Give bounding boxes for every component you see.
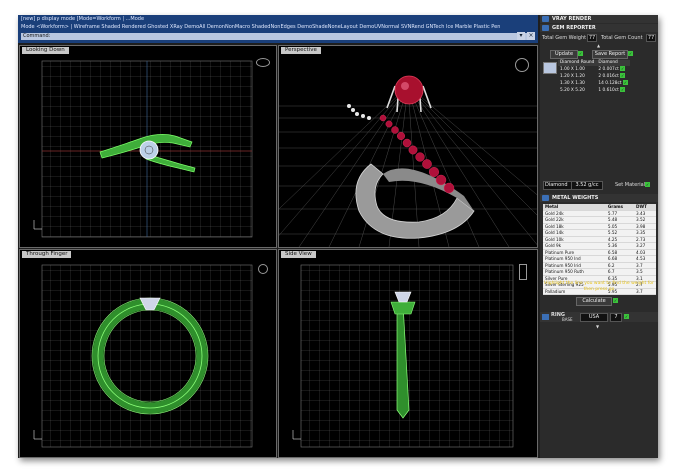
- set-material-check-icon[interactable]: ✓: [645, 182, 650, 188]
- center-gem-ruby: [394, 75, 424, 105]
- gem-type-select[interactable]: Diamond: [543, 181, 572, 190]
- gem-weight: 0.007ct: [602, 67, 619, 72]
- gem-col-header: Diamond Round: [558, 60, 597, 66]
- gem-reporter-header[interactable]: GEM REPORTER: [540, 24, 658, 32]
- view-axis-icon: [33, 220, 42, 230]
- row-check-icon[interactable]: ✓: [622, 80, 628, 85]
- gem-count: 1: [598, 88, 602, 93]
- ring-side-icon[interactable]: [519, 264, 527, 280]
- ortho-grid-front: [33, 264, 253, 448]
- total-weight-value: 77: [587, 34, 597, 42]
- ring-standard-select[interactable]: USA: [580, 313, 608, 322]
- total-count-label: Total Gem Count: [601, 35, 643, 41]
- update-check-icon[interactable]: ✓: [578, 51, 583, 57]
- gem-thumbnail: [543, 62, 557, 74]
- viewport-title[interactable]: Side View: [281, 251, 316, 258]
- gem-icon: [542, 25, 549, 31]
- viewport-title[interactable]: Perspective: [281, 47, 321, 54]
- gem-table: Diamond Round Diamond 1.00 X 1.00 2 0.00…: [558, 60, 630, 94]
- right-panel: VRAY RENDER GEM REPORTER Total Gem Weigh…: [540, 15, 658, 458]
- command-close-icon[interactable]: ×: [527, 32, 535, 40]
- metal-weights-header[interactable]: METAL WEIGHTS: [540, 194, 658, 202]
- gem-density-select[interactable]: 3.52 g/cc: [571, 181, 603, 190]
- viewport-title[interactable]: Through Finger: [22, 251, 72, 258]
- calculate-check-icon[interactable]: ✓: [613, 298, 618, 304]
- hint-text: Highlight the line you want to find the …: [544, 281, 654, 292]
- expand-arrow-icon[interactable]: ▼: [596, 324, 599, 329]
- table-row[interactable]: 5.20 X 5.20 1 0.610ct ✓: [558, 87, 630, 94]
- command-input[interactable]: Command:: [21, 33, 535, 40]
- ring-render: [347, 75, 475, 239]
- viewport-through-finger[interactable]: Through Finger: [19, 249, 277, 458]
- ortho-grid-side: [292, 264, 514, 448]
- ortho-grid-top: [33, 60, 253, 238]
- gem-count: 2: [598, 67, 602, 72]
- row-check-icon[interactable]: ✓: [620, 87, 626, 92]
- ring-perspective-icon[interactable]: [515, 58, 529, 72]
- calculate-button[interactable]: Calculate: [576, 297, 612, 306]
- total-count-value: 77: [646, 34, 656, 42]
- gem-size: 1.30 X 1.30: [560, 80, 585, 86]
- update-button[interactable]: Update: [550, 50, 578, 59]
- gem-weight: 0.016ct: [602, 74, 619, 79]
- metal-icon: [542, 195, 549, 201]
- gem-weight: 0.610ct: [602, 88, 619, 93]
- gem-count: 2: [598, 74, 602, 79]
- viewport-side-view[interactable]: Side View: [278, 249, 538, 458]
- save-report-button[interactable]: Save Report: [592, 50, 628, 59]
- ring-icon: [542, 314, 549, 320]
- vray-render-header[interactable]: VRAY RENDER: [540, 15, 658, 23]
- table-row[interactable]: 1.20 X 1.20 2 0.016ct ✓: [558, 73, 630, 80]
- ring-check-icon[interactable]: ✓: [624, 314, 629, 320]
- table-row[interactable]: 1.00 X 1.00 2 0.007ct ✓: [558, 66, 630, 73]
- row-check-icon[interactable]: ✓: [620, 73, 626, 78]
- app-window: [new] p display mode [Mode=Workform | ..…: [18, 15, 658, 458]
- gem-count: 14: [598, 81, 604, 86]
- row-check-icon[interactable]: ✓: [620, 66, 626, 71]
- ring-base-bar: RING BASE USA 7 ✓: [540, 312, 658, 322]
- command-options-line[interactable]: Mode <Workform> | Wireframe Shaded Rende…: [21, 24, 516, 31]
- ring-size-field[interactable]: 7: [610, 313, 622, 322]
- gem-size: 1.00 X 1.00: [560, 66, 585, 72]
- ring-top-view-icon[interactable]: [256, 58, 270, 67]
- center-stone-top: [139, 140, 159, 160]
- viewport-title[interactable]: Looking Down: [22, 47, 69, 54]
- command-options-icon[interactable]: ▾: [517, 32, 525, 40]
- set-material-button[interactable]: Set Material: [615, 182, 645, 188]
- perspective-grid: [279, 75, 537, 247]
- total-weight-label: Total Gem Weight: [542, 35, 587, 41]
- gem-weight: 0.128ct: [605, 81, 622, 86]
- command-history-line: [new] p display mode [Mode=Workform | ..…: [21, 16, 145, 22]
- viewport-looking-down[interactable]: Looking Down: [19, 45, 277, 248]
- ring-sub-label: BASE: [562, 317, 573, 322]
- table-row[interactable]: 1.30 X 1.30 14 0.128ct ✓: [558, 80, 630, 87]
- ring-front-icon[interactable]: [258, 264, 268, 274]
- vray-icon: [542, 16, 549, 22]
- collapse-arrow-icon[interactable]: ▲: [597, 43, 600, 48]
- viewport-perspective[interactable]: Perspective: [278, 45, 538, 248]
- gem-size: 5.20 X 5.20: [560, 87, 585, 93]
- command-area: [new] p display mode [Mode=Workform | ..…: [18, 15, 538, 43]
- gem-size: 1.20 X 1.20: [560, 73, 585, 79]
- save-report-check-icon[interactable]: ✓: [628, 51, 633, 57]
